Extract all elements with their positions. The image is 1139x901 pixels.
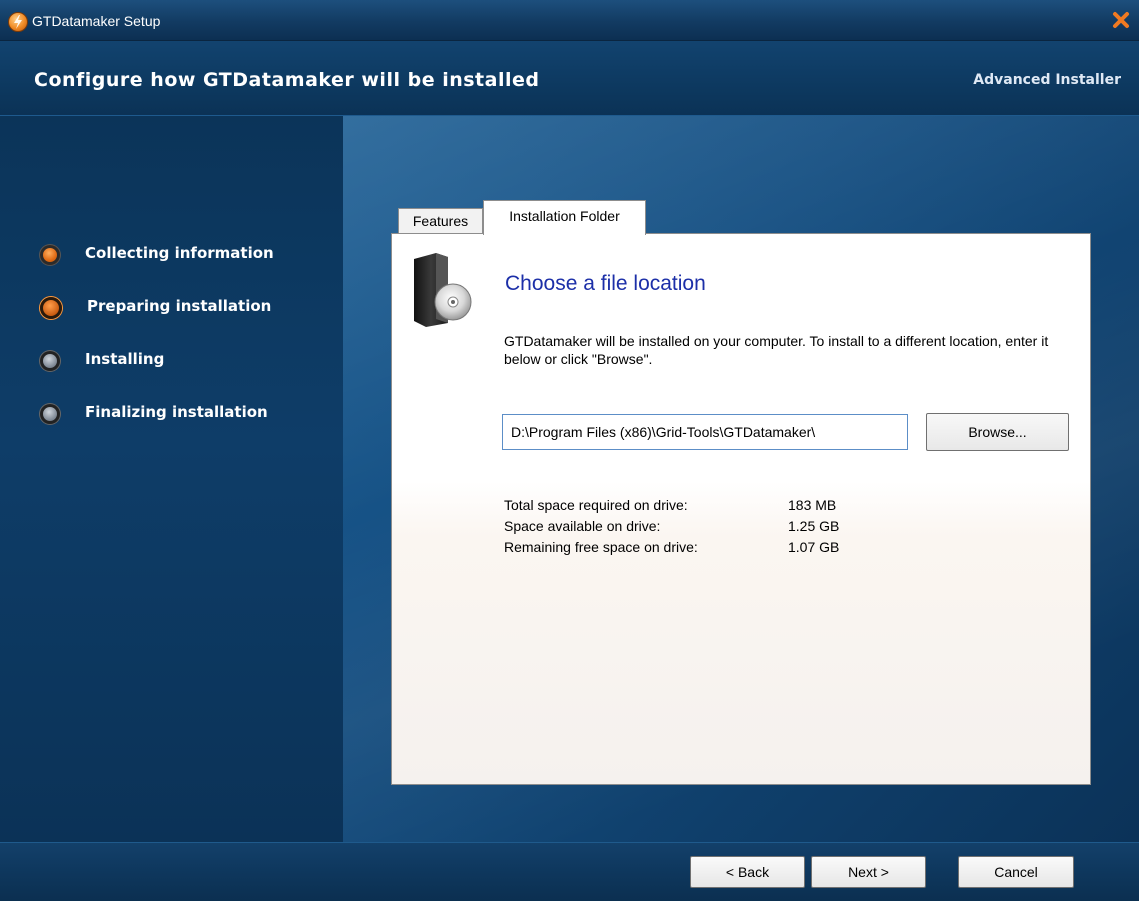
cancel-button[interactable]: Cancel bbox=[958, 856, 1074, 888]
step-label: Preparing installation bbox=[87, 297, 272, 315]
browse-button[interactable]: Browse... bbox=[926, 413, 1069, 451]
step-installing: Installing bbox=[40, 344, 274, 397]
title-bar[interactable]: GTDatamaker Setup bbox=[0, 0, 1139, 41]
step-label: Finalizing installation bbox=[85, 403, 268, 421]
section-heading: Choose a file location bbox=[505, 272, 706, 295]
space-label: Total space required on drive: bbox=[504, 497, 688, 513]
step-collecting: Collecting information bbox=[40, 238, 274, 291]
step-active-icon bbox=[40, 297, 62, 319]
space-available-row: Space available on drive: 1.25 GB bbox=[504, 518, 839, 539]
space-required-row: Total space required on drive: 183 MB bbox=[504, 497, 839, 518]
space-value: 1.07 GB bbox=[788, 539, 840, 555]
steps-pane bbox=[0, 116, 343, 842]
tab-installation-folder[interactable]: Installation Folder bbox=[483, 200, 646, 235]
step-finalizing: Finalizing installation bbox=[40, 397, 274, 450]
install-path-input[interactable] bbox=[502, 414, 908, 450]
install-disc-icon bbox=[412, 253, 472, 327]
step-preparing: Preparing installation bbox=[40, 291, 274, 344]
installer-window: GTDatamaker Setup Configure how GTDatama… bbox=[0, 0, 1139, 901]
tab-features[interactable]: Features bbox=[398, 208, 483, 234]
step-list: Collecting information Preparing install… bbox=[40, 238, 274, 450]
window-title: GTDatamaker Setup bbox=[32, 13, 161, 29]
disk-space-info: Total space required on drive: 183 MB Sp… bbox=[504, 497, 839, 560]
next-button[interactable]: Next > bbox=[811, 856, 926, 888]
app-lightning-icon bbox=[8, 12, 28, 32]
back-button[interactable]: < Back bbox=[690, 856, 805, 888]
step-done-icon bbox=[40, 245, 60, 265]
space-value: 183 MB bbox=[788, 497, 837, 513]
page-title: Configure how GTDatamaker will be instal… bbox=[34, 69, 540, 91]
header-band: Configure how GTDatamaker will be instal… bbox=[0, 41, 1139, 116]
close-icon[interactable] bbox=[1111, 10, 1131, 30]
space-label: Space available on drive: bbox=[504, 518, 661, 534]
space-label: Remaining free space on drive: bbox=[504, 539, 698, 555]
step-label: Collecting information bbox=[85, 244, 274, 262]
step-pending-icon bbox=[40, 404, 60, 424]
install-description: GTDatamaker will be installed on your co… bbox=[504, 333, 1049, 367]
step-label: Installing bbox=[85, 350, 165, 368]
step-pending-icon bbox=[40, 351, 60, 371]
space-value: 1.25 GB bbox=[788, 518, 840, 534]
space-remaining-row: Remaining free space on drive: 1.07 GB bbox=[504, 539, 839, 560]
brand-label: Advanced Installer bbox=[973, 72, 1121, 88]
